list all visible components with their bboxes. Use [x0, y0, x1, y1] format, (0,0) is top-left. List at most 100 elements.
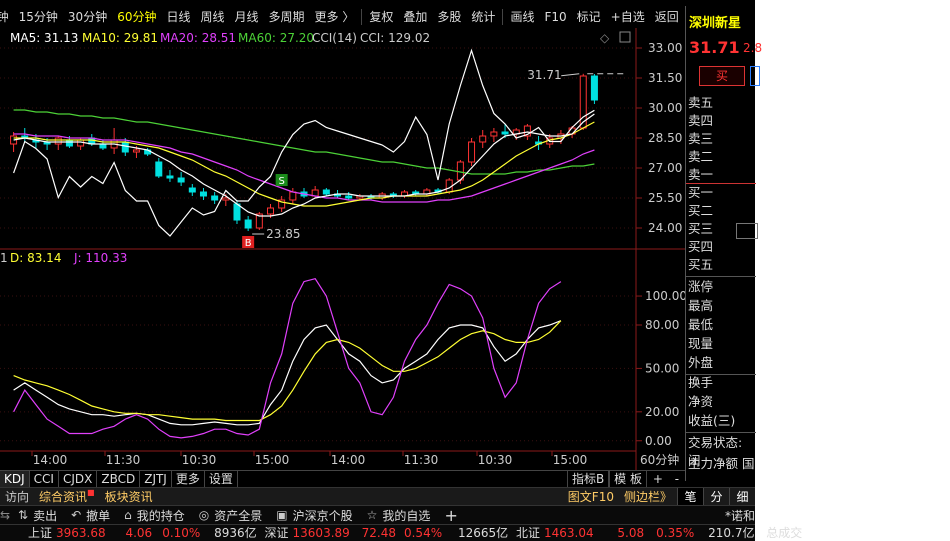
action-label: 我的持仓 [136, 508, 185, 523]
toolbar-item[interactable]: 60分钟 [112, 6, 161, 28]
action-button[interactable]: ↶ 撤单 [71, 507, 110, 524]
stat-row: 最低 [688, 317, 714, 332]
sz-name: 深证 [264, 526, 289, 540]
action-button[interactable]: ☆ 我的自选 [367, 507, 431, 524]
indicator-tab[interactable]: ZJTJ [140, 471, 172, 487]
info-lead: 访向 [5, 490, 30, 504]
sh-name: 上证 [28, 526, 53, 540]
indicator-tab[interactable]: ZBCD [97, 471, 141, 487]
stock-name[interactable]: 深圳新星 [689, 12, 741, 31]
add-button[interactable]: + [444, 506, 457, 525]
toolbar-item[interactable]: 画线 [505, 6, 539, 28]
toolbar-item[interactable]: F10 [539, 6, 571, 28]
toolbar-item[interactable]: 15分钟 [14, 6, 63, 28]
indicator-tab[interactable]: 更多 [172, 471, 205, 487]
time-axis-label: 14:00 [33, 453, 68, 467]
bz-change: 5.08 [617, 526, 645, 540]
action-button[interactable]: ⌂ 我的持仓 [124, 507, 185, 524]
kline-chart[interactable]: 33.00 31.50 30.00 28.50 27.00 25.50 24.00 100.0… [0, 28, 685, 470]
ask-row: 卖五 [688, 95, 714, 110]
zoom-in-button[interactable]: + [653, 472, 663, 486]
toolbar-item[interactable]: 返回 [650, 6, 684, 28]
template-tab[interactable]: 模 板 [609, 471, 647, 487]
sell-button[interactable] [750, 66, 760, 86]
candle-body [99, 143, 107, 149]
kdj-axis-label: 80.00 [645, 318, 679, 332]
candle-body [266, 207, 274, 215]
toolbar-item[interactable]: 叠加 [398, 6, 432, 28]
toolbar-item[interactable]: 月线 [230, 6, 264, 28]
toolbar-item[interactable]: 日线 [161, 6, 195, 28]
price-axis-label: 24.00 [648, 221, 682, 235]
sh-value: 3963.68 [56, 526, 106, 540]
sh-pct: 0.10% [162, 526, 201, 540]
toolbar-item[interactable]: +自选 [606, 6, 650, 28]
toolbar-item[interactable]: 统计 [466, 6, 500, 28]
toolbar-item[interactable]: 更多 〉 [310, 6, 360, 28]
toolbar-item[interactable]: 多周期 [264, 6, 310, 28]
quote-panel: 深圳新星 31.71 2.8 买 卖五 卖四 卖三 卖二 卖一 买一 买二 买三 买四 买五 涨停最… [685, 6, 762, 481]
stat2-row: 净资 [688, 394, 714, 409]
indicator-tab[interactable]: KDJ [0, 471, 30, 487]
buy-button[interactable]: 买 [699, 66, 745, 86]
action-button[interactable]: ⇅ 卖出 [18, 507, 57, 524]
toolbar-item[interactable]: 30分钟 [63, 6, 112, 28]
indicator-tab[interactable]: 设置 [205, 471, 238, 487]
ask-row: 卖一 [688, 167, 714, 182]
action-button[interactable]: ◎ 资产全景 [199, 507, 263, 524]
panel-divider [686, 432, 756, 433]
ma20-label: MA20: 28.51 [160, 31, 236, 45]
toolbar-item[interactable]: 标记 [572, 6, 606, 28]
tab-detail[interactable]: 细 [729, 488, 755, 505]
toolbar-item[interactable]: 复权 [364, 6, 398, 28]
order-input-box[interactable] [736, 223, 758, 239]
tab-minutes[interactable]: 分 [703, 488, 729, 505]
candle-body [166, 175, 174, 179]
toolbar-item[interactable]: 多股 [432, 6, 466, 28]
kdj-d-label: D: 83.14 [10, 251, 61, 265]
zoom-out-button[interactable]: - [675, 472, 679, 486]
action-icon: ↶ [71, 508, 82, 522]
action-icon: ▣ [276, 508, 288, 522]
low-label: 23.85 [266, 227, 300, 241]
toolbar-item[interactable]: 周线 [196, 6, 230, 28]
period-toolbar: 5分钟15分钟30分钟60分钟日线周线月线多周期更多 〉复权叠加多股统计画线F1… [0, 6, 685, 28]
candle-body [199, 191, 207, 197]
candle-body [244, 219, 252, 229]
news-tab[interactable]: 综合资讯■ [34, 488, 100, 505]
arrow-icon[interactable]: ⇆ [0, 508, 18, 522]
bz-volume: 210.7亿 [708, 526, 755, 540]
candle-body [289, 191, 297, 201]
toolbar-item[interactable]: 5分钟 [0, 6, 14, 28]
time-axis-label: 10:30 [478, 453, 513, 467]
bz-pct: 0.35% [656, 526, 695, 540]
cci-value-label: CCI: 129.02 [360, 31, 430, 45]
buy-marker-label: B [245, 238, 252, 249]
candle-body [590, 75, 598, 101]
indicator-tab[interactable]: CJDX [59, 471, 98, 487]
ma5-label: MA5: 31.13 [10, 31, 78, 45]
stat-row: 外盘 [688, 355, 714, 370]
template-tab[interactable]: 指标B [566, 471, 610, 487]
ask-row: 卖二 [688, 149, 714, 164]
candle-body [479, 135, 487, 143]
candle-body [65, 139, 73, 147]
price-axis-label: 27.00 [648, 161, 682, 175]
bid-row: 买一 [688, 185, 714, 200]
sidebar-toggle[interactable]: 侧边栏》 [619, 488, 677, 505]
price-axis-label: 25.50 [648, 191, 682, 205]
action-label: 资产全景 [214, 508, 263, 523]
tab-trades[interactable]: 笔 [677, 488, 703, 505]
f10-link[interactable]: 图文F10 [563, 488, 619, 505]
sz-volume: 12665亿 [457, 526, 509, 540]
action-button[interactable]: ▣ 沪深京个股 [276, 507, 352, 524]
indicator-tab[interactable]: CCI [30, 471, 59, 487]
diamond-icon: ◇ [600, 31, 610, 45]
time-axis-label: 15:00 [255, 453, 290, 467]
action-icon: ⌂ [124, 508, 132, 522]
bid-row: 买三 [688, 221, 714, 236]
ask-row: 卖三 [688, 131, 714, 146]
candle-body [233, 203, 241, 221]
price-axis-label: 30.00 [648, 101, 682, 115]
sector-news-tab[interactable]: 板块资讯 [100, 488, 158, 505]
